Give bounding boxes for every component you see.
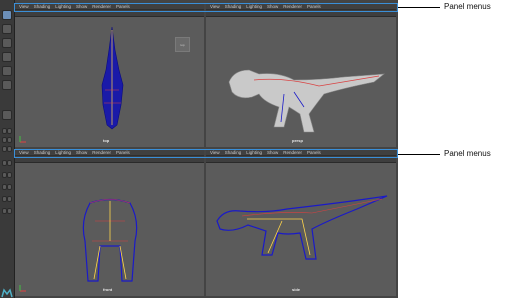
layout-preset-6-icon[interactable] — [7, 184, 12, 190]
maya-logo-icon — [1, 285, 13, 298]
viewport-canvas[interactable]: side — [206, 163, 396, 296]
trex-front-wireframe — [82, 198, 138, 282]
paint-select-tool-icon[interactable] — [2, 38, 12, 48]
last-tool-icon[interactable] — [2, 110, 12, 120]
viewport-pane-side[interactable]: View Shading Lighting Show Renderer Pane… — [206, 150, 396, 296]
viewport-label: side — [292, 287, 301, 292]
viewport-label: top — [103, 138, 110, 143]
viewport-label: front — [103, 287, 113, 292]
trex-persp-shaded — [228, 69, 385, 133]
viewport-canvas[interactable]: front — [15, 163, 204, 296]
lasso-tool-icon[interactable] — [2, 24, 12, 34]
rotate-tool-icon[interactable] — [2, 66, 12, 76]
view-cube-icon[interactable]: top — [175, 37, 190, 52]
viewport-pane-persp[interactable]: View Shading Lighting Show Renderer Pane… — [206, 4, 396, 147]
callout-line-lower — [398, 154, 440, 155]
layout-preset-10-icon[interactable] — [7, 208, 12, 214]
viewport-canvas[interactable]: top top — [15, 17, 204, 147]
layout-preset-8-icon[interactable] — [7, 196, 12, 202]
trex-side-wireframe — [216, 195, 388, 260]
axis-gizmo-icon — [19, 285, 26, 292]
move-tool-icon[interactable] — [2, 52, 12, 62]
viewport-pane-front[interactable]: View Shading Lighting Show Renderer Pane… — [15, 150, 204, 296]
layout-preset-4-icon[interactable] — [7, 172, 12, 178]
select-tool-icon[interactable] — [2, 10, 12, 20]
viewport-pane-top[interactable]: View Shading Lighting Show Renderer Pane… — [15, 4, 204, 147]
layout-four-icon[interactable] — [7, 128, 12, 134]
toolbox — [0, 0, 15, 298]
scale-tool-icon[interactable] — [2, 80, 12, 90]
layout-persp-graph-icon[interactable] — [7, 146, 12, 152]
callout-label-lower: Panel menus — [444, 149, 491, 158]
layout-preset-2-icon[interactable] — [7, 160, 12, 166]
callout-label-upper: Panel menus — [444, 2, 491, 11]
viewport-label: persp — [292, 138, 303, 143]
callout-box-lower — [14, 149, 398, 158]
callout-line-upper — [398, 7, 440, 8]
trex-top-wireframe — [101, 26, 124, 130]
axis-gizmo-icon — [19, 136, 26, 143]
callout-box-upper — [14, 3, 398, 12]
viewport-canvas[interactable]: persp — [206, 17, 396, 147]
layout-stack-icon[interactable] — [7, 137, 12, 143]
